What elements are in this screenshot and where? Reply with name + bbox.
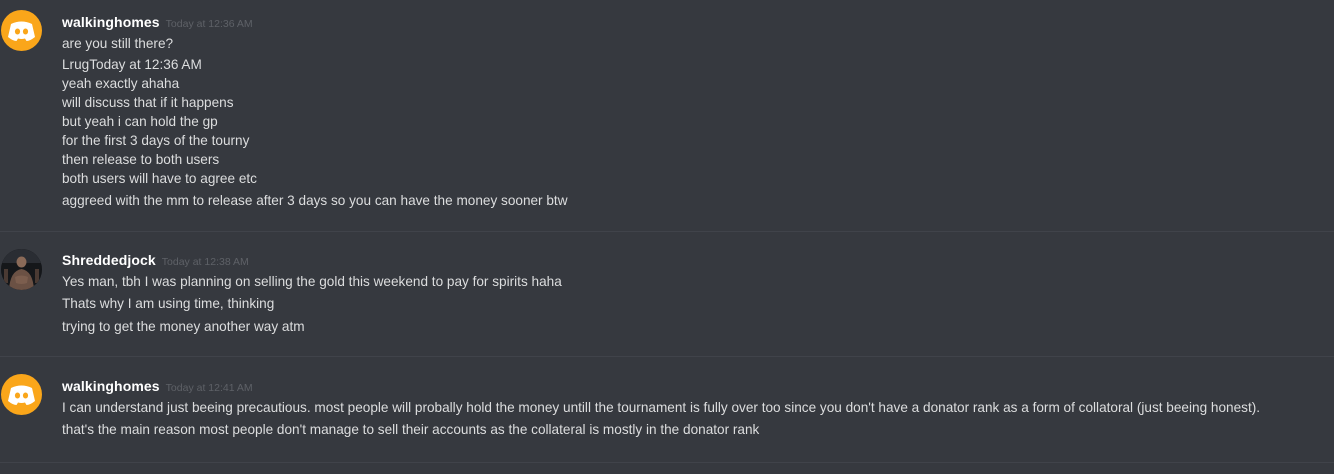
message-line: Thats why I am using time, thinking bbox=[62, 296, 275, 311]
message-line: that's the main reason most people don't… bbox=[62, 422, 760, 437]
message-line: Yes man, tbh I was planning on selling t… bbox=[62, 274, 562, 289]
message-header: walkinghomes Today at 12:36 AM bbox=[62, 12, 253, 31]
message-line: yeah exactly ahaha bbox=[62, 76, 180, 91]
message-group: walkinghomes Today at 12:36 AM are you st… bbox=[0, 0, 1334, 231]
message-header: walkinghomes Today at 12:41 AM bbox=[62, 376, 253, 395]
message-group: Shreddedjock Today at 12:38 AM Yes man, t… bbox=[0, 232, 1334, 356]
message-line: but yeah i can hold the gp bbox=[62, 114, 218, 129]
message-line: I can understand just beeing precautious… bbox=[62, 400, 1261, 415]
message-line: trying to get the money another way atm bbox=[62, 319, 305, 334]
timestamp: Today at 12:41 AM bbox=[165, 382, 253, 394]
user-photo-avatar[interactable] bbox=[1, 249, 42, 290]
message-line: aggreed with the mm to release after 3 d… bbox=[62, 193, 568, 208]
discord-logo-icon[interactable] bbox=[1, 10, 42, 51]
chat-messages: walkinghomes Today at 12:36 AM are you st… bbox=[0, 0, 1334, 474]
discord-logo-icon[interactable] bbox=[1, 374, 42, 415]
message-line: both users will have to agree etc bbox=[62, 171, 257, 186]
message-header: Shreddedjock Today at 12:38 AM bbox=[62, 250, 249, 269]
username[interactable]: walkinghomes bbox=[62, 378, 160, 394]
message-line: for the first 3 days of the tourny bbox=[62, 133, 250, 148]
message-line: are you still there? bbox=[62, 36, 174, 51]
message-line: LrugToday at 12:36 AM bbox=[62, 57, 202, 72]
message-divider bbox=[0, 462, 1334, 463]
timestamp: Today at 12:38 AM bbox=[161, 256, 249, 268]
username[interactable]: Shreddedjock bbox=[62, 252, 156, 268]
message-line: will discuss that if it happens bbox=[62, 95, 234, 110]
message-group: walkinghomes Today at 12:41 AM I can unde… bbox=[0, 357, 1334, 463]
message-line: then release to both users bbox=[62, 152, 220, 167]
username[interactable]: walkinghomes bbox=[62, 14, 160, 30]
timestamp: Today at 12:36 AM bbox=[165, 18, 253, 30]
